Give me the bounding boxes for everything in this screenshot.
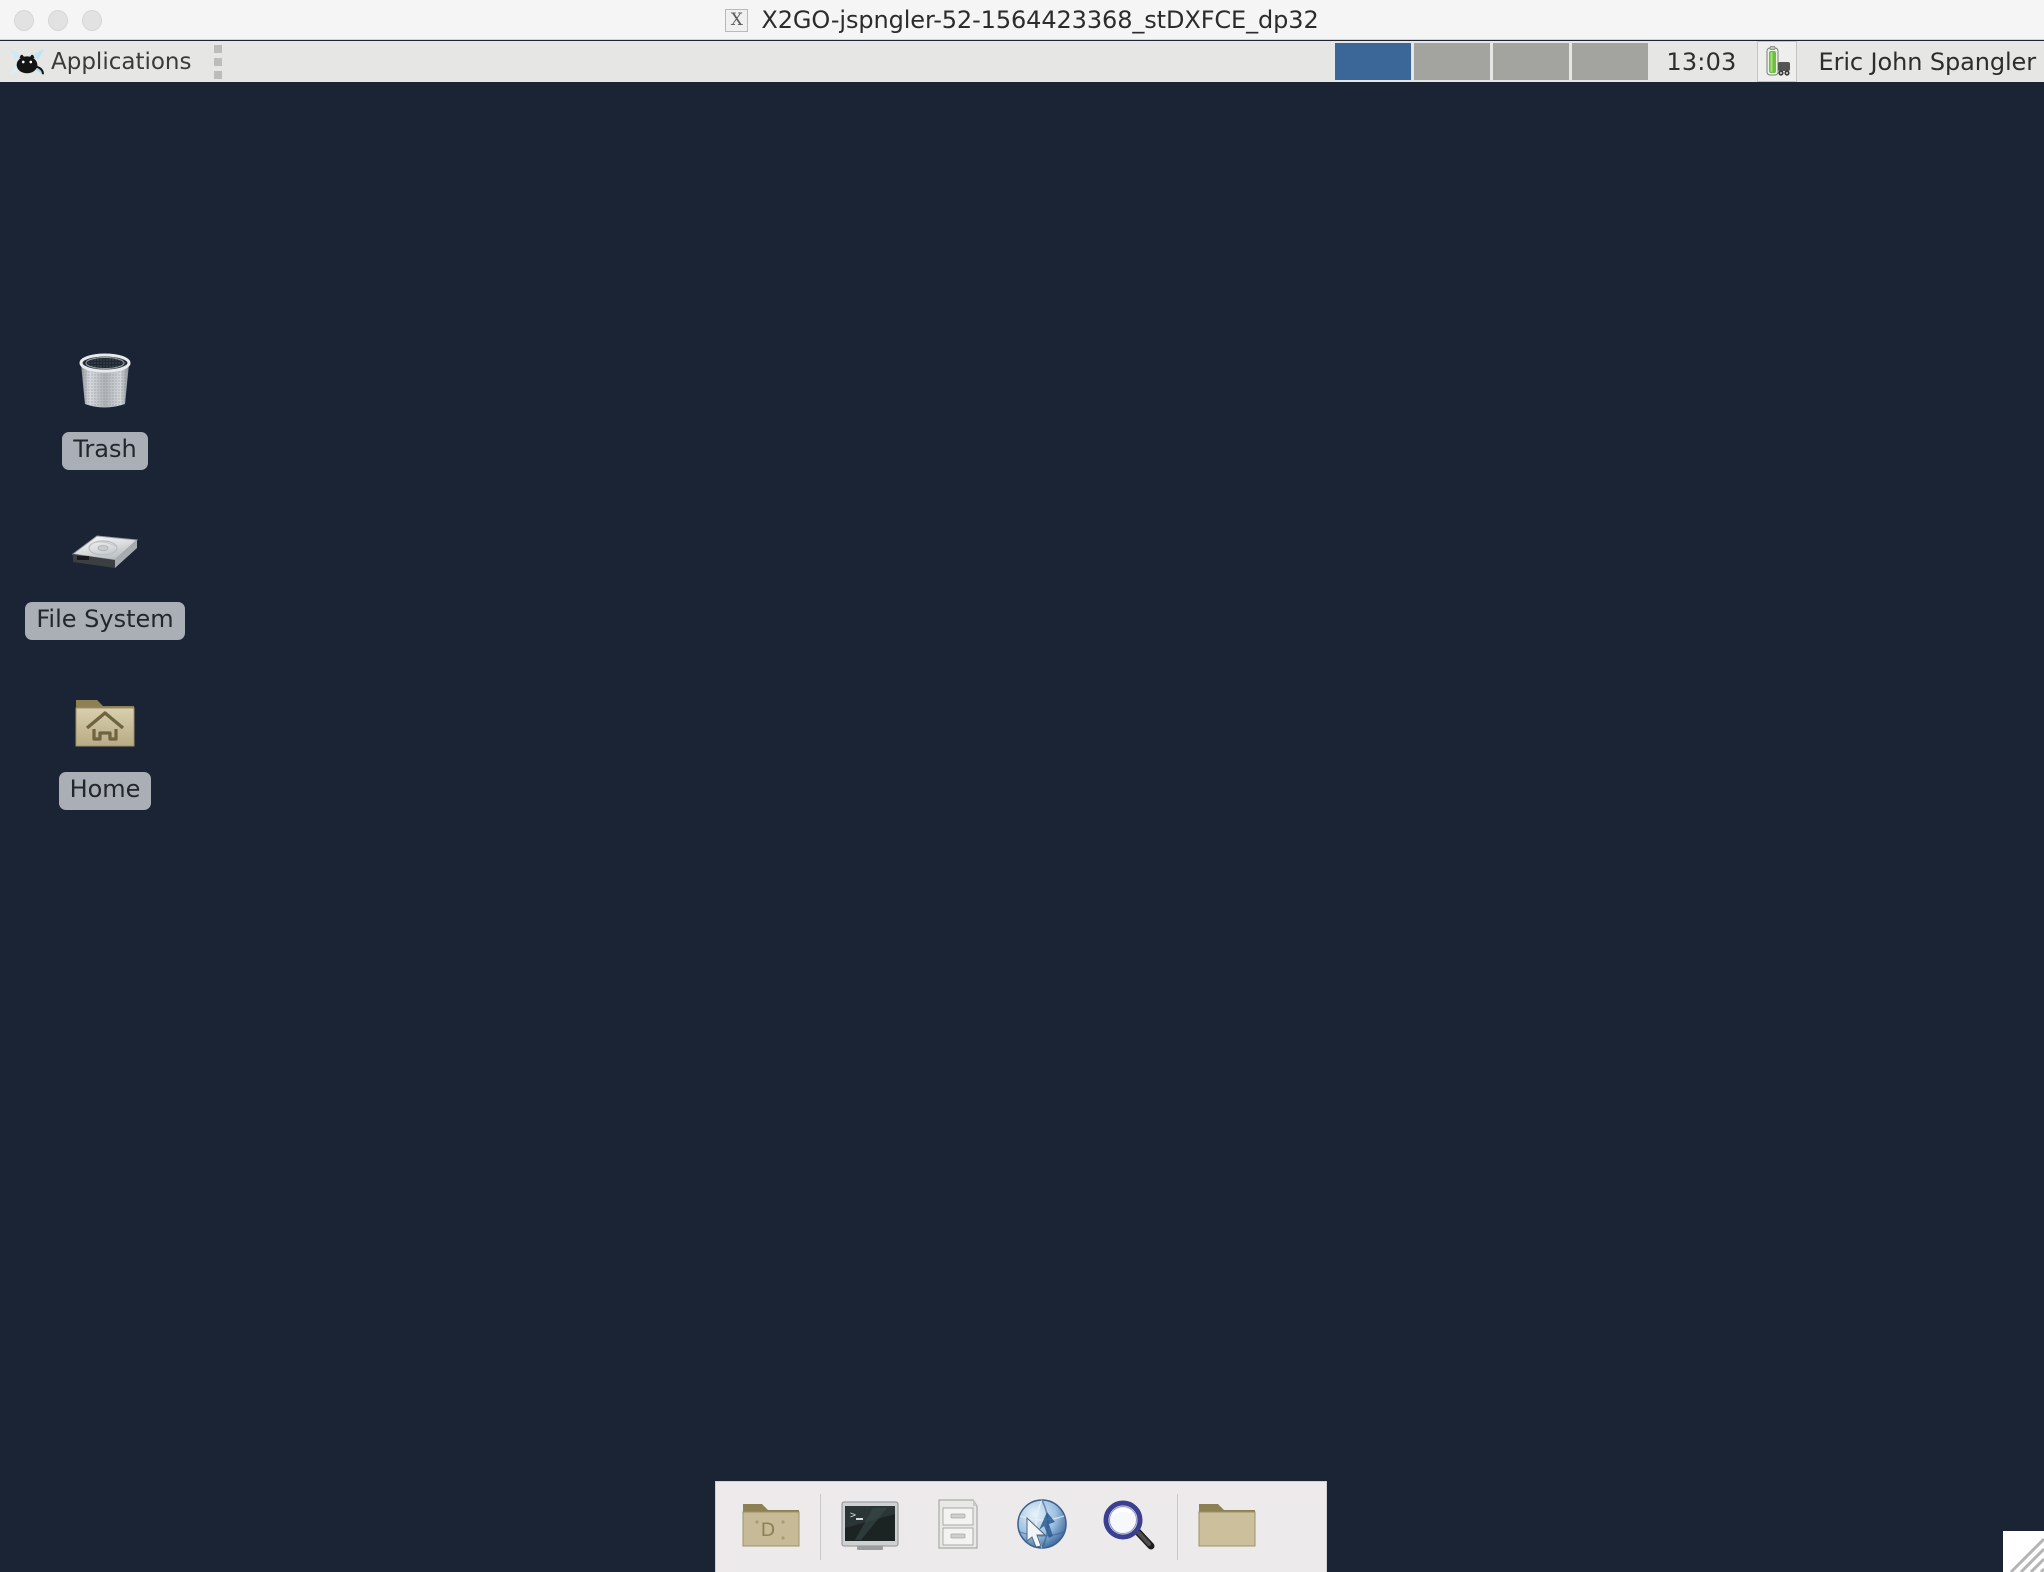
workspace-1[interactable] — [1335, 43, 1412, 80]
folder-desktop-icon: D — [738, 1494, 804, 1560]
panel-drag-handle-icon[interactable] — [206, 41, 230, 82]
window-titlebar: X X2GO-jspngler-52-1564423368_stDXFCE_dp… — [0, 0, 2044, 40]
dock-search[interactable] — [1085, 1488, 1171, 1566]
dock-terminal[interactable]: > — [827, 1488, 913, 1566]
workspace-3[interactable] — [1493, 43, 1570, 80]
bottom-dock: D > — [715, 1481, 1327, 1572]
dock-separator — [820, 1494, 821, 1560]
svg-text:D: D — [761, 1519, 776, 1541]
folder-icon — [1194, 1494, 1260, 1560]
workspace-4[interactable] — [1572, 43, 1649, 80]
battery-charging-icon[interactable] — [1756, 41, 1797, 82]
trash-icon — [63, 340, 147, 424]
desktop-icon-home[interactable]: Home — [25, 680, 185, 810]
desktop-icon-label: Trash — [62, 432, 148, 470]
desktop-icon-label: File System — [25, 602, 185, 640]
window-title-group: X X2GO-jspngler-52-1564423368_stDXFCE_dp… — [0, 0, 2044, 40]
terminal-icon: > — [837, 1494, 903, 1560]
dock-separator — [1177, 1494, 1178, 1560]
window-title: X2GO-jspngler-52-1564423368_stDXFCE_dp32 — [761, 6, 1319, 34]
desktop-icon-label: Home — [58, 772, 152, 810]
harddisk-icon — [63, 510, 147, 594]
home-folder-icon — [63, 680, 147, 764]
dock-folder[interactable] — [1184, 1488, 1270, 1566]
dock-file-manager[interactable] — [913, 1488, 999, 1566]
workspace-switcher[interactable] — [1335, 43, 1649, 80]
svg-text:>: > — [850, 1510, 856, 1521]
applications-menu-label: Applications — [51, 48, 192, 75]
web-browser-icon — [1009, 1494, 1075, 1560]
clock[interactable]: 13:03 — [1666, 48, 1736, 76]
resize-grip[interactable] — [2003, 1531, 2044, 1572]
desktop-root: X X2GO-jspngler-52-1564423368_stDXFCE_dp… — [0, 0, 2044, 1572]
desktop-icon-trash[interactable]: Trash — [25, 340, 185, 470]
workspace-2[interactable] — [1414, 43, 1491, 80]
dock-web-browser[interactable] — [999, 1488, 1085, 1566]
magnifier-icon — [1095, 1494, 1161, 1560]
x-window-icon: X — [725, 8, 749, 32]
xfce-mouse-icon — [8, 46, 46, 78]
dock-show-desktop[interactable]: D — [728, 1488, 814, 1566]
file-cabinet-icon — [923, 1494, 989, 1560]
username-label[interactable]: Eric John Spangler — [1819, 48, 2044, 76]
desktop-icon-filesystem[interactable]: File System — [25, 510, 185, 640]
applications-menu-button[interactable]: Applications — [0, 41, 192, 82]
xfce-top-panel: Applications 13:03 Eric John Spangler — [0, 41, 2044, 82]
